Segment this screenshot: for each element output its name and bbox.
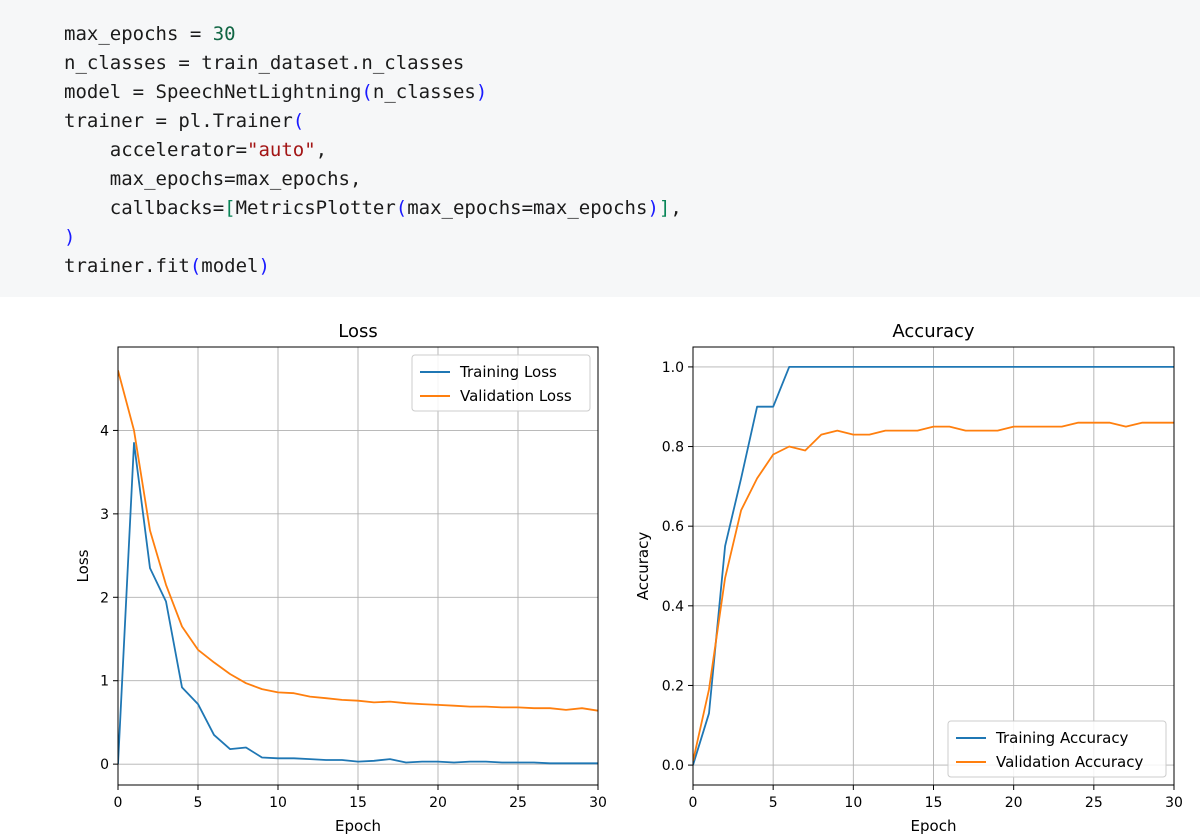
x-tick-label: 10 (269, 795, 287, 811)
x-tick-label: 20 (1005, 795, 1023, 811)
code-line: callbacks=[MetricsPlotter(max_epochs=max… (64, 194, 682, 223)
code-token: n_classes = train_dataset.n_classes (64, 52, 465, 74)
code-token: ) (64, 226, 76, 248)
legend-entry: Training Loss (459, 363, 557, 381)
code-token: ( (292, 110, 305, 132)
x-axis-label: Epoch (911, 817, 957, 835)
code-line: accelerator="auto", (64, 136, 327, 165)
x-axis-label: Epoch (335, 817, 381, 835)
code-token: max_epochs=max_epochs, (64, 168, 362, 190)
code-token: [ (224, 197, 236, 219)
x-tick-label: 30 (589, 795, 607, 811)
y-tick-label: 0.6 (662, 519, 684, 535)
metrics-plots: 0 5 10 15 20 25 30 0 1 2 3 4 Loss Epoch Loss Training L… (74, 321, 1183, 835)
y-tick-label: 1 (100, 674, 109, 690)
code-token: 30 (212, 23, 236, 45)
chart-loss: 0 5 10 15 20 25 30 0 1 2 3 4 Loss Epoch Loss Training L… (74, 321, 607, 835)
code-token: trainer = pl.Trainer (64, 110, 293, 132)
y-tick-label: 0.8 (662, 440, 684, 456)
y-axis-label: Accuracy (634, 532, 652, 601)
x-tick-label: 5 (769, 795, 778, 811)
code-line: model = SpeechNetLightning(n_classes) (64, 78, 487, 107)
chart-accuracy: 0 5 10 15 20 25 30 0.0 0.2 0.4 0.6 0.8 1.0 Accuracy Ep… (634, 321, 1183, 835)
chart-title: Loss (338, 321, 377, 342)
x-tick-label: 20 (429, 795, 447, 811)
x-tick-label: 0 (689, 795, 698, 811)
y-axis-label: Loss (74, 549, 92, 582)
code-token: max_epochs = (64, 23, 213, 45)
code-token: ( (189, 255, 202, 277)
legend-entry: Validation Loss (460, 387, 572, 405)
x-tick-label: 30 (1165, 795, 1183, 811)
legend: Training Loss Validation Loss (411, 354, 591, 412)
y-tick-label: 2 (100, 590, 109, 606)
code-token: ) (647, 197, 659, 219)
code-token: max_epochs=max_epochs (407, 197, 648, 219)
chart-title: Accuracy (892, 321, 975, 342)
x-tick-label: 15 (349, 795, 367, 811)
x-tick-label: 5 (194, 795, 203, 811)
code-token: "auto" (247, 139, 316, 161)
y-tick-label: 0.4 (662, 599, 684, 615)
x-tick-label: 15 (925, 795, 943, 811)
code-line: max_epochs=max_epochs, (64, 165, 362, 194)
y-tick-label: 1.0 (662, 360, 684, 376)
code-token: ) (258, 255, 270, 277)
code-token: n_classes (372, 81, 476, 103)
code-line: max_epochs = 30 (64, 20, 236, 49)
y-tick-label: 3 (100, 507, 109, 523)
code-token: model = SpeechNetLightning (64, 81, 362, 103)
cell-output: 0 5 10 15 20 25 30 0 1 2 3 4 Loss Epoch Loss Training L… (0, 297, 1200, 835)
code-token: ] (658, 197, 671, 219)
code-token: ) (475, 81, 488, 103)
legend-entry: Training Accuracy (995, 729, 1129, 747)
code-cell[interactable]: max_epochs = 30 n_classes = train_dataset… (0, 0, 1200, 297)
code-token: , (315, 139, 328, 161)
code-line: ) (64, 223, 75, 252)
y-tick-label: 0 (100, 757, 109, 773)
legend: Training Accuracy Validation Accuracy (947, 720, 1167, 778)
x-tick-label: 10 (844, 795, 862, 811)
x-tick-label: 25 (509, 795, 527, 811)
code-token: model (201, 255, 259, 277)
code-token: MetricsPlotter (235, 197, 396, 219)
code-token: , (670, 197, 682, 219)
code-line: trainer.fit(model) (64, 252, 270, 281)
code-token: accelerator= (64, 139, 248, 161)
y-tick-label: 0.0 (662, 758, 684, 774)
code-token: callbacks= (64, 197, 225, 219)
code-line: n_classes = train_dataset.n_classes (64, 49, 464, 78)
x-tick-label: 25 (1085, 795, 1103, 811)
code-line: trainer = pl.Trainer( (64, 107, 304, 136)
y-tick-label: 4 (100, 423, 109, 439)
code-token: trainer.fit (64, 255, 190, 277)
legend-entry: Validation Accuracy (996, 753, 1143, 771)
x-tick-label: 0 (114, 795, 123, 811)
code-token: ( (395, 197, 408, 219)
code-token: ( (361, 81, 373, 103)
y-tick-label: 0.2 (662, 678, 684, 694)
